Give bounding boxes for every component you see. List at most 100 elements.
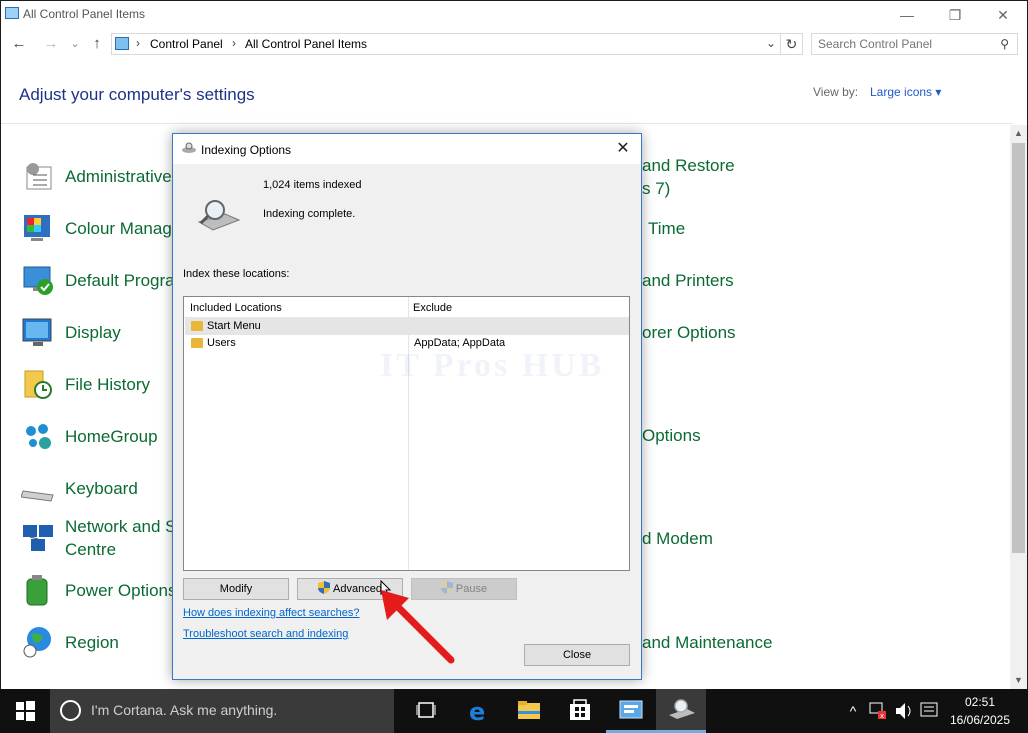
search-box[interactable]: ⚲ [811, 33, 1018, 55]
back-arrow-icon[interactable]: ← [9, 34, 29, 54]
file-explorer-button[interactable] [504, 689, 554, 733]
system-clock[interactable]: 02:51 16/06/2025 [940, 693, 1020, 729]
divider [1, 123, 1013, 124]
clock-date: 16/06/2025 [949, 713, 1011, 727]
indexing-icon [669, 699, 695, 719]
window-title: All Control Panel Items [23, 7, 146, 21]
forward-arrow-icon[interactable]: → [41, 34, 61, 54]
maximize-button[interactable]: ❐ [931, 1, 979, 29]
scroll-up-icon[interactable]: ▲ [1010, 125, 1027, 142]
item-power-options[interactable]: Power Options [21, 573, 177, 607]
item-label[interactable]: Region [65, 631, 119, 654]
item-display[interactable]: Display [21, 315, 121, 349]
indexing-options-taskbar-button[interactable] [656, 689, 706, 733]
item-phone-modem-label[interactable]: d Modem [642, 527, 713, 550]
store-icon [570, 699, 590, 720]
item-label[interactable]: HomeGroup [65, 425, 158, 448]
folder-icon [191, 338, 203, 348]
region-icon [21, 625, 55, 659]
close-dialog-button[interactable]: Close [524, 644, 630, 666]
search-input[interactable] [818, 34, 993, 54]
troubleshoot-link[interactable]: Troubleshoot search and indexing [183, 628, 348, 640]
scrollbar-thumb[interactable] [1012, 143, 1025, 553]
item-network-sharing[interactable]: Network and Sh Centre [21, 515, 186, 561]
item-label-line2[interactable]: Centre [65, 538, 186, 561]
minimize-button[interactable]: — [883, 1, 931, 29]
control-panel-icon [619, 700, 643, 719]
breadcrumb-all-items[interactable]: All Control Panel Items [245, 37, 367, 51]
action-center-icon[interactable] [918, 689, 940, 733]
chevron-right-icon[interactable]: › [136, 36, 140, 50]
list-header: Included Locations Exclude [184, 297, 629, 318]
item-date-time-label[interactable]: Time [648, 217, 685, 240]
uac-shield-icon [318, 581, 331, 594]
store-button[interactable] [555, 689, 605, 733]
show-hidden-icons[interactable]: ^ [842, 689, 864, 733]
search-icon[interactable]: ⚲ [1000, 37, 1009, 51]
item-label[interactable]: Default Progra [65, 269, 175, 292]
control-panel-taskbar-button[interactable] [606, 689, 656, 733]
address-bar[interactable]: › Control Panel › All Control Panel Item… [111, 33, 781, 55]
item-administrative-tools[interactable]: Administrative [21, 159, 172, 193]
navigation-bar: ← → ⌄ ↑ › Control Panel › All Control Pa… [1, 31, 1027, 57]
items-indexed-count: 1,024 items indexed [263, 179, 362, 191]
indexing-status: Indexing complete. [263, 208, 356, 220]
item-label[interactable]: Power Options [65, 579, 177, 602]
item-label[interactable]: Display [65, 321, 121, 344]
edge-button[interactable]: e [454, 689, 504, 733]
cortana-search-box[interactable]: I'm Cortana. Ask me anything. [50, 689, 394, 733]
file-history-icon [21, 367, 55, 401]
location-name: Start Menu [207, 320, 261, 332]
dialog-title-bar[interactable]: Indexing Options ✕ [173, 134, 641, 164]
item-security-maintenance-label[interactable]: and Maintenance [642, 631, 772, 654]
item-backup-restore-label[interactable]: and Restore [642, 154, 735, 177]
breadcrumb-control-panel[interactable]: Control Panel [150, 37, 223, 51]
item-default-programs[interactable]: Default Progra [21, 263, 175, 297]
recent-locations-icon[interactable]: ⌄ [65, 34, 85, 54]
scroll-down-icon[interactable]: ▼ [1010, 672, 1027, 689]
view-by-dropdown[interactable]: Large icons ▾ [870, 85, 941, 99]
control-panel-icon [5, 7, 19, 19]
dialog-close-icon[interactable]: ✕ [611, 138, 635, 160]
column-included-locations[interactable]: Included Locations [190, 302, 282, 314]
list-item[interactable]: Start Menu [185, 318, 629, 335]
item-backup-restore-label2[interactable]: s 7) [642, 177, 670, 200]
item-label[interactable]: Network and Sh [65, 515, 186, 538]
up-arrow-icon[interactable]: ↑ [87, 34, 107, 54]
windows-logo-icon [16, 701, 35, 721]
item-region[interactable]: Region [21, 625, 119, 659]
start-button[interactable] [0, 689, 50, 733]
close-button[interactable]: ✕ [979, 1, 1027, 29]
chevron-right-icon[interactable]: › [232, 36, 236, 50]
homegroup-icon [21, 419, 55, 453]
item-file-history[interactable]: File History [21, 367, 150, 401]
item-label[interactable]: File History [65, 373, 150, 396]
chevron-down-icon[interactable]: ⌄ [766, 36, 776, 50]
task-view-button[interactable] [402, 689, 452, 733]
refresh-button[interactable]: ↻ [781, 33, 803, 55]
task-view-icon [416, 702, 436, 718]
network-icon [21, 521, 55, 555]
dialog-title: Indexing Options [201, 143, 292, 157]
item-indexing-options-label[interactable]: Options [642, 424, 701, 447]
colour-management-icon [21, 211, 55, 245]
admin-tools-icon [21, 159, 55, 193]
item-devices-printers-label[interactable]: and Printers [642, 269, 734, 292]
network-status-icon[interactable]: x [866, 689, 890, 733]
locations-list[interactable]: Included Locations Exclude Start Menu Us… [183, 296, 630, 571]
item-keyboard[interactable]: Keyboard [20, 471, 138, 505]
modify-button[interactable]: Modify [183, 578, 289, 600]
item-label[interactable]: Keyboard [65, 477, 138, 500]
folder-icon [191, 321, 203, 331]
column-exclude[interactable]: Exclude [413, 302, 452, 314]
indexing-affect-link[interactable]: How does indexing affect searches? [183, 607, 360, 619]
view-by-label: View by: [813, 85, 859, 99]
vertical-scrollbar[interactable]: ▲ ▼ [1010, 125, 1027, 689]
item-homegroup[interactable]: HomeGroup [21, 419, 158, 453]
item-label[interactable]: Administrative [65, 165, 172, 188]
item-label[interactable]: Colour Manage [65, 217, 181, 240]
title-bar[interactable]: All Control Panel Items — ❐ ✕ [1, 1, 1027, 29]
item-file-explorer-options-label[interactable]: orer Options [642, 321, 736, 344]
item-colour-management[interactable]: Colour Manage [21, 211, 181, 245]
volume-icon[interactable] [892, 689, 916, 733]
